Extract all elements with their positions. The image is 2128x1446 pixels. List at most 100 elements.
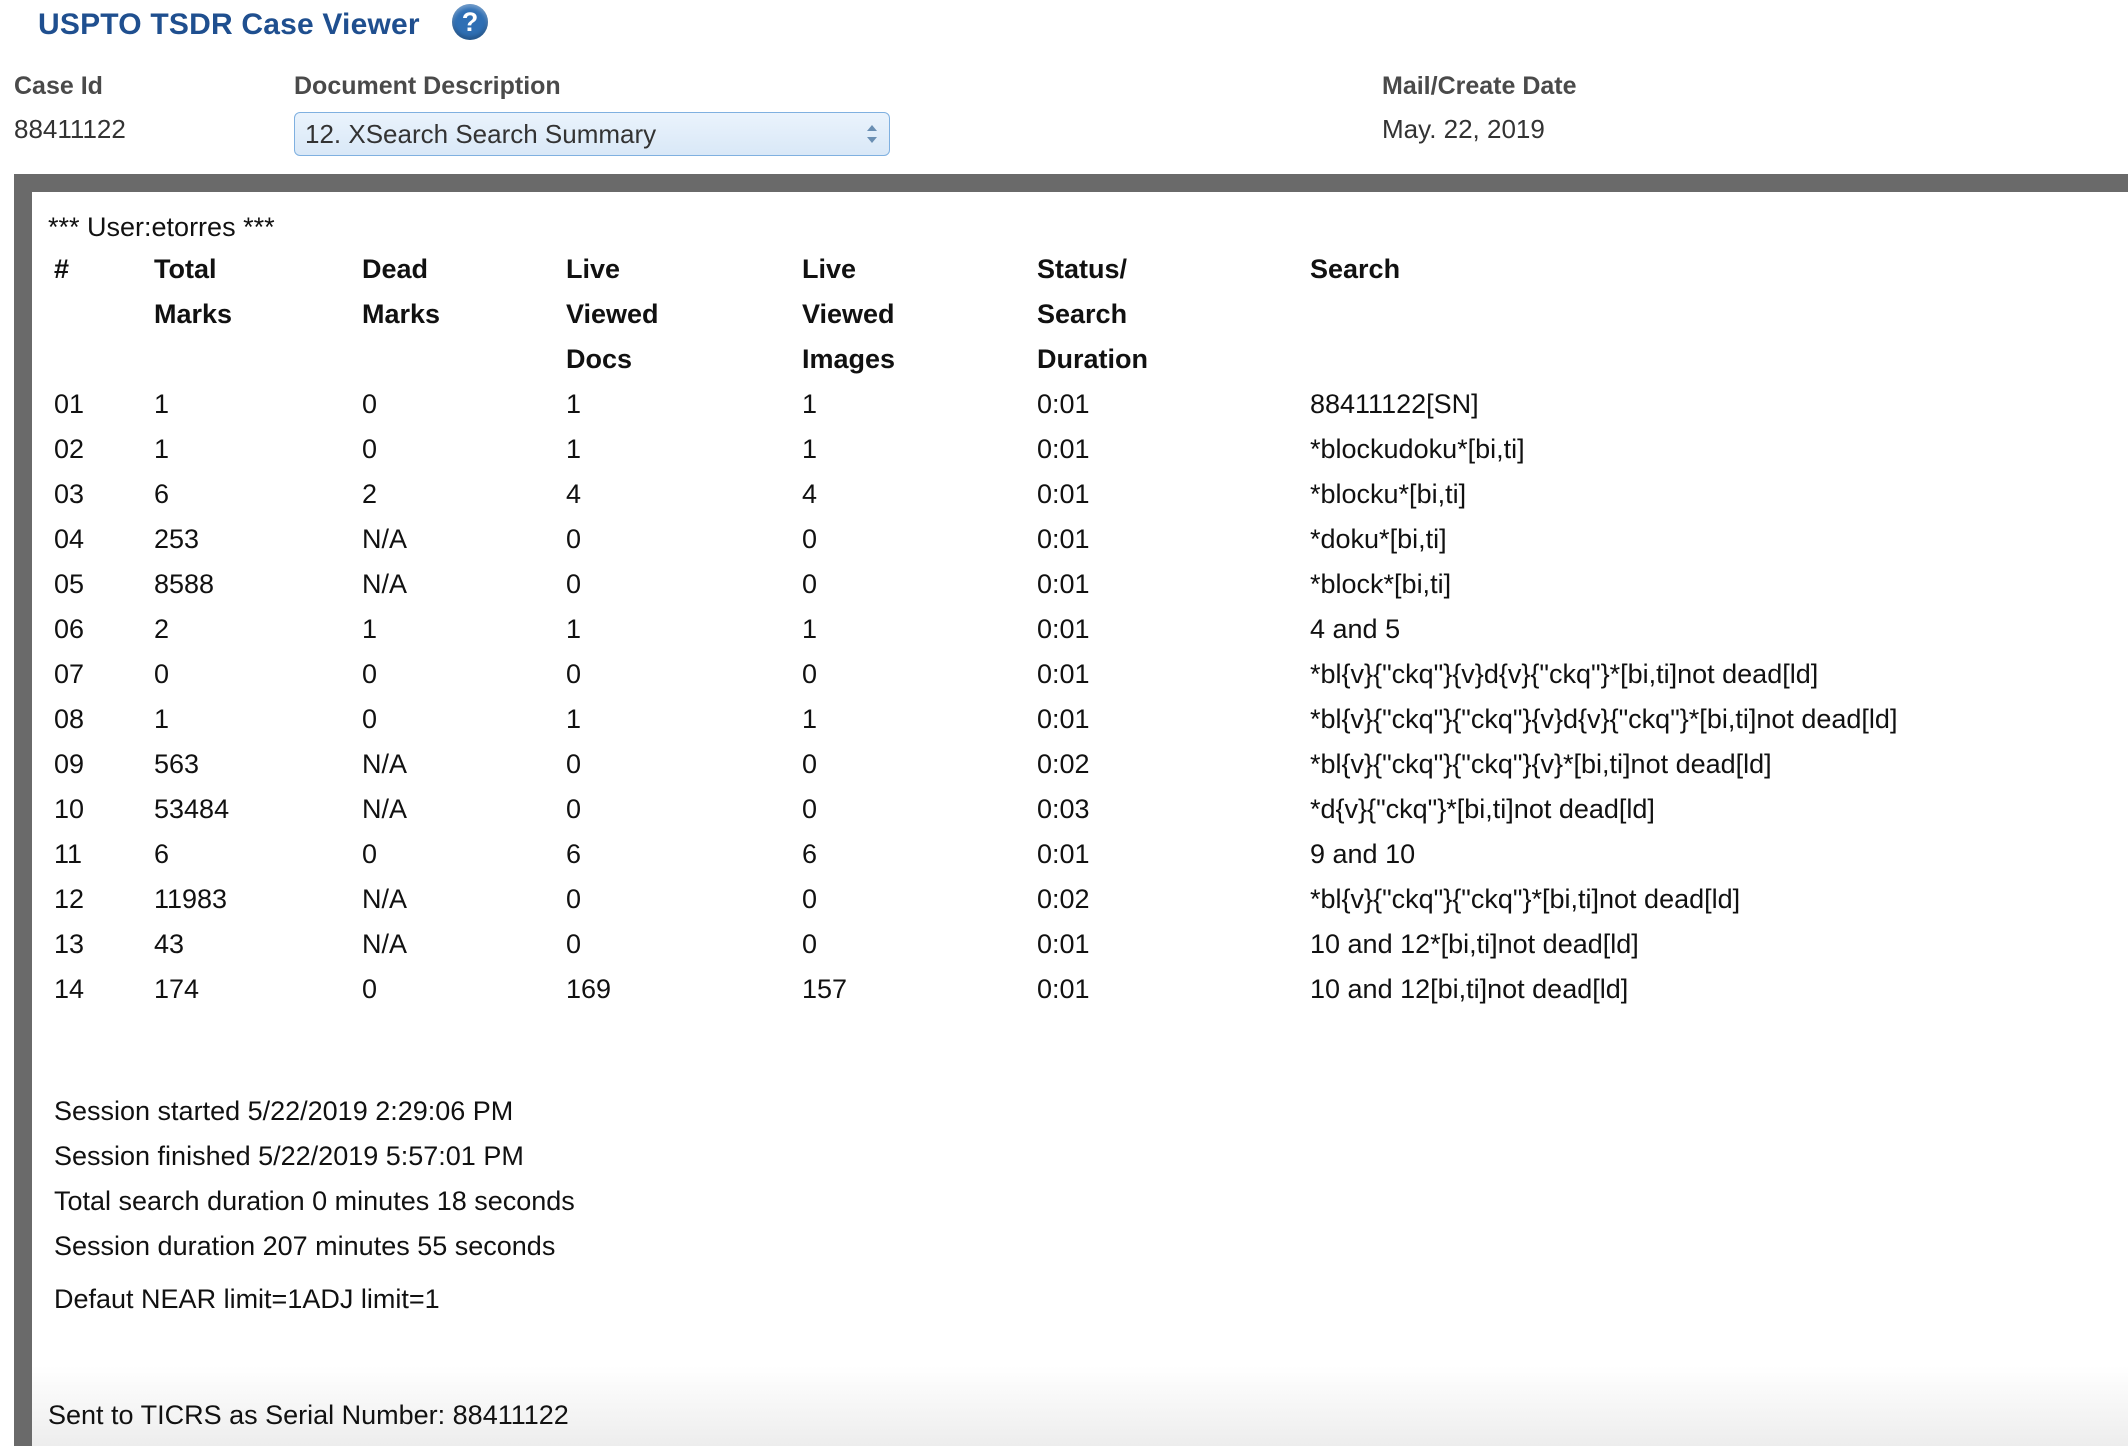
col-live-viewed-docs-cell: 1 <box>566 389 582 419</box>
col-status-search-duration-cell: 0:01 <box>1037 479 1090 509</box>
col-number-cell: 13 <box>54 929 85 959</box>
col-number-cell: 09 <box>54 749 85 779</box>
col-search-cell: *bl{v}{"ckq"}{"ckq"}{v}*[bi,ti]not dead[… <box>1310 749 1772 779</box>
col-live-viewed-docs-cell: 0 <box>566 884 582 914</box>
col-dead-marks-cell: 2 <box>362 479 378 509</box>
document-viewer[interactable]: *** User:etorres *** # Total Marks Dead Mark… <box>32 192 2128 1446</box>
col-search-cell: 10 and 12[bi,ti]not dead[ld] <box>1310 974 1629 1004</box>
col-number-cell: 07 <box>54 659 85 689</box>
case-id-label: Case Id <box>14 72 103 100</box>
col-total-marks-cell: 11983 <box>154 884 228 914</box>
col-total-marks-cell: 2 <box>154 614 170 644</box>
col-number-cell: 12 <box>54 884 85 914</box>
session-finished: Session finished 5/22/2019 5:57:01 PM <box>54 1141 524 1171</box>
document-description-label: Document Description <box>294 72 561 100</box>
col-dead-marks-cell: N/A <box>362 524 408 554</box>
col-number-cell: 01 <box>54 389 85 419</box>
mail-create-date-value: May. 22, 2019 <box>1382 114 1545 144</box>
document-viewer-frame: *** User:etorres *** # Total Marks Dead Mark… <box>14 174 2128 1446</box>
col-number-cell: 03 <box>54 479 85 509</box>
col-total-marks-cell: 1 <box>154 389 170 419</box>
col-status-search-duration-cell: 0:01 <box>1037 839 1090 869</box>
col-live-viewed-docs-header: Docs <box>566 344 633 374</box>
col-search-cell: *blockudoku*[bi,ti] <box>1310 434 1525 464</box>
col-status-search-duration-header: Search <box>1037 299 1128 329</box>
col-total-marks-cell: 43 <box>154 929 185 959</box>
col-search-cell: 88411122[SN] <box>1310 389 1479 419</box>
col-status-search-duration-cell: 0:01 <box>1037 929 1090 959</box>
col-search-cell: *doku*[bi,ti] <box>1310 524 1447 554</box>
mail-create-date-label: Mail/Create Date <box>1382 72 1577 100</box>
col-status-search-duration-cell: 0:01 <box>1037 389 1090 419</box>
total-search-duration: Total search duration 0 minutes 18 secon… <box>54 1186 575 1216</box>
col-total-marks-cell: 6 <box>154 479 170 509</box>
col-live-viewed-docs-cell: 4 <box>566 479 582 509</box>
col-total-marks-header: Total <box>154 254 217 284</box>
col-status-search-duration-cell: 0:01 <box>1037 569 1090 599</box>
col-live-viewed-images-cell: 0 <box>802 884 818 914</box>
col-number-cell: 14 <box>54 974 85 1004</box>
col-live-viewed-docs-cell: 0 <box>566 794 582 824</box>
col-number-cell: 08 <box>54 704 85 734</box>
col-live-viewed-images-cell: 6 <box>802 839 818 869</box>
col-live-viewed-images-header: Images <box>802 344 896 374</box>
col-total-marks-cell: 0 <box>154 659 170 689</box>
col-live-viewed-docs-cell: 1 <box>566 614 582 644</box>
session-started: Session started 5/22/2019 2:29:06 PM <box>54 1096 514 1126</box>
col-live-viewed-images-header: Viewed <box>802 299 895 329</box>
col-search-cell: *bl{v}{"ckq"}{"ckq"}{v}d{v}{"ckq"}*[bi,t… <box>1310 704 1898 734</box>
col-search-cell: 4 and 5 <box>1310 614 1401 644</box>
col-dead-marks-cell: 0 <box>362 974 378 1004</box>
col-dead-marks-cell: 0 <box>362 659 378 689</box>
col-live-viewed-images-header: Live <box>802 254 857 284</box>
col-total-marks-cell: 53484 <box>154 794 230 824</box>
col-number-cell: 06 <box>54 614 85 644</box>
col-dead-marks-cell: 0 <box>362 434 378 464</box>
col-total-marks-header: Marks <box>154 299 233 329</box>
col-live-viewed-images-cell: 1 <box>802 389 818 419</box>
col-live-viewed-images-cell: 0 <box>802 659 818 689</box>
app-title: USPTO TSDR Case Viewer <box>38 8 420 41</box>
near-adj-limits: Defaut NEAR limit=1ADJ limit=1 <box>54 1284 440 1314</box>
col-live-viewed-docs-header: Live <box>566 254 621 284</box>
col-search-cell: *bl{v}{"ckq"}{v}d{v}{"ckq"}*[bi,ti]not d… <box>1310 659 1819 689</box>
help-icon[interactable]: ? <box>452 4 488 40</box>
col-search-cell: 9 and 10 <box>1310 839 1416 869</box>
sent-to-ticrs: Sent to TICRS as Serial Number: 88411122 <box>48 1400 569 1430</box>
col-dead-marks-cell: N/A <box>362 929 408 959</box>
col-live-viewed-images-cell: 1 <box>802 614 818 644</box>
col-status-search-duration-cell: 0:02 <box>1037 749 1090 779</box>
col-dead-marks-cell: 0 <box>362 704 378 734</box>
col-number-cell: 05 <box>54 569 85 599</box>
col-dead-marks-header: Dead <box>362 254 429 284</box>
col-dead-marks-cell: N/A <box>362 884 408 914</box>
document-description-selected: 12. XSearch Search Summary <box>305 119 657 149</box>
col-total-marks-cell: 1 <box>154 434 170 464</box>
col-total-marks-cell: 1 <box>154 704 170 734</box>
select-arrows-icon <box>867 125 877 143</box>
session-duration: Session duration 207 minutes 55 seconds <box>54 1231 556 1261</box>
col-live-viewed-docs-cell: 0 <box>566 524 582 554</box>
col-status-search-duration-cell: 0:01 <box>1037 614 1090 644</box>
col-dead-marks-cell: N/A <box>362 749 408 779</box>
col-number-cell: 04 <box>54 524 85 554</box>
document-description-select[interactable]: 12. XSearch Search Summary <box>294 112 890 156</box>
case-id-value: 88411122 <box>14 114 126 144</box>
col-live-viewed-images-cell: 4 <box>802 479 818 509</box>
col-status-search-duration-cell: 0:01 <box>1037 704 1090 734</box>
col-live-viewed-docs-cell: 0 <box>566 749 582 779</box>
col-live-viewed-docs-cell: 0 <box>566 569 582 599</box>
col-dead-marks-cell: 1 <box>362 614 378 644</box>
col-number-cell: 02 <box>54 434 85 464</box>
col-live-viewed-images-cell: 0 <box>802 794 818 824</box>
col-number-header: # <box>54 254 70 284</box>
col-dead-marks-cell: 0 <box>362 839 378 869</box>
col-live-viewed-docs-cell: 0 <box>566 929 582 959</box>
col-live-viewed-docs-header: Viewed <box>566 299 659 329</box>
col-search-cell: *blocku*[bi,ti] <box>1310 479 1467 509</box>
col-search-cell: *block*[bi,ti] <box>1310 569 1452 599</box>
col-dead-marks-header: Marks <box>362 299 441 329</box>
col-number-cell: 11 <box>54 839 83 869</box>
col-total-marks-cell: 563 <box>154 749 200 779</box>
col-dead-marks-cell: 0 <box>362 389 378 419</box>
